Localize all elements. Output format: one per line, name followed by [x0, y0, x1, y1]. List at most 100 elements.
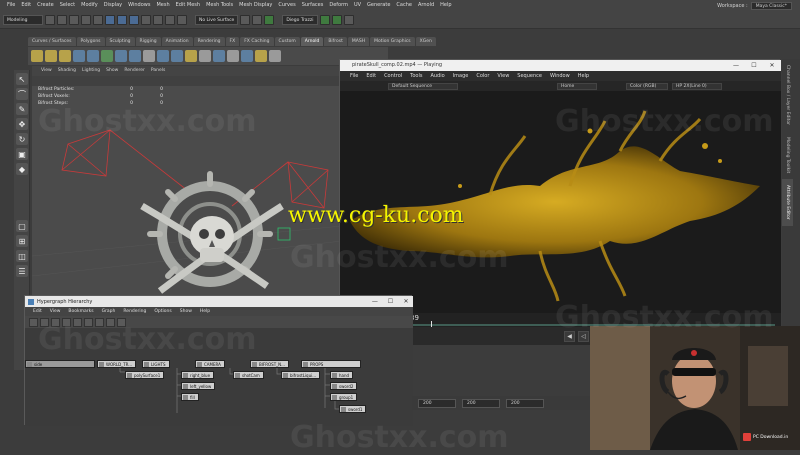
menu-display[interactable]: Display [101, 0, 125, 11]
undo-icon[interactable] [81, 14, 91, 25]
hg-node-lights[interactable]: LIGHTS [142, 360, 170, 368]
range-end-field[interactable]: 200 [462, 398, 500, 408]
rv-menu-edit[interactable]: Edit [362, 71, 380, 81]
open-scene-icon[interactable] [57, 14, 67, 25]
hg-menu-show[interactable]: Show [176, 307, 196, 316]
menu-cache[interactable]: Cache [393, 0, 415, 11]
shelf-tab-rigging[interactable]: Rigging [135, 37, 161, 46]
shelf-tab-xgen[interactable]: XGen [415, 37, 436, 46]
rv-menu-view[interactable]: View [493, 71, 513, 81]
light-editor-icon[interactable] [185, 50, 197, 62]
shelf-tab-motion-graphics[interactable]: Motion Graphics [370, 37, 415, 46]
shelf-tab-curves-surfaces[interactable]: Curves / Surfaces [28, 37, 76, 46]
close-icon[interactable]: ✕ [763, 60, 781, 71]
shelf-tab-fx[interactable]: FX [225, 37, 240, 46]
rotate-tool-icon[interactable]: ↻ [16, 133, 28, 145]
hg-menu-view[interactable]: View [46, 307, 65, 316]
render-icon[interactable] [240, 14, 251, 25]
rv-menu-image[interactable]: Image [449, 71, 473, 81]
lasso-tool-icon[interactable]: ⌒ [16, 88, 28, 100]
fog-icon[interactable] [241, 50, 253, 62]
shelf-tab-arnold[interactable]: Arnold [300, 37, 324, 46]
minimize-icon[interactable]: — [727, 60, 745, 71]
save-scene-icon[interactable] [69, 14, 79, 25]
rv-menu-audio[interactable]: Audio [426, 71, 448, 81]
physical-sky-icon[interactable] [101, 50, 113, 62]
hg-node-shotcam[interactable]: shotCam [233, 371, 264, 379]
rv-menu-help[interactable]: Help [574, 71, 593, 81]
shelf-tab-polygons[interactable]: Polygons [76, 37, 105, 46]
menu-windows[interactable]: Windows [125, 0, 153, 11]
menu-edit[interactable]: Edit [18, 0, 34, 11]
paint-select-icon[interactable]: ✎ [16, 103, 28, 115]
menu-select[interactable]: Select [57, 0, 78, 11]
snap-grid-icon[interactable] [141, 14, 151, 25]
color-space-select[interactable]: Color (RGB) [626, 82, 668, 90]
shelf-tab-bifrost[interactable]: Bifrost [324, 37, 347, 46]
hg-menu-graph[interactable]: Graph [98, 307, 120, 316]
display-icon[interactable] [269, 50, 281, 62]
rv-menu-sequence[interactable]: Sequence [513, 71, 546, 81]
sun-icon[interactable] [255, 50, 267, 62]
tab-channel-box[interactable]: Channel Box / Layer Editor [782, 59, 793, 131]
move-tool-icon[interactable]: ✥ [16, 118, 28, 130]
menu-uv[interactable]: UV [351, 0, 364, 11]
tab-attribute-editor[interactable]: Attribute Editor [782, 179, 793, 226]
menu-edit-mesh[interactable]: Edit Mesh [173, 0, 203, 11]
live-surface-field[interactable]: No Live Surface [195, 14, 239, 25]
redo-icon[interactable] [93, 14, 103, 25]
last-tool-icon[interactable]: ◆ [16, 163, 28, 175]
hg-node-world[interactable]: WORLD_TR... [97, 360, 137, 368]
shelf-tab-animation[interactable]: Animation [161, 37, 193, 46]
hg-menu-bookmarks[interactable]: Bookmarks [64, 307, 97, 316]
standin-icon[interactable] [115, 50, 127, 62]
hg-menu-rendering[interactable]: Rendering [119, 307, 150, 316]
menu-mesh-tools[interactable]: Mesh Tools [203, 0, 236, 11]
rv-menu-window[interactable]: Window [546, 71, 574, 81]
layout-two-icon[interactable]: ◫ [16, 250, 28, 262]
range-start-field[interactable]: 200 [418, 398, 456, 408]
camera-icon[interactable] [227, 50, 239, 62]
hg-node-props[interactable]: PROPS [301, 360, 361, 368]
layout-four-icon[interactable]: ⊞ [16, 235, 28, 247]
render-view-icon[interactable] [143, 50, 155, 62]
shelf-tab-sculpting[interactable]: Sculpting [105, 37, 135, 46]
new-scene-icon[interactable] [45, 14, 55, 25]
rv-menu-tools[interactable]: Tools [406, 71, 426, 81]
hg-close-icon[interactable]: ✕ [399, 296, 413, 307]
shader-icon[interactable] [213, 50, 225, 62]
menu-help[interactable]: Help [437, 0, 454, 11]
sequence-select[interactable]: Default Sequence [388, 82, 458, 90]
photometric-light-icon[interactable] [87, 50, 99, 62]
hg-node-left-yellow[interactable]: left_yellow [181, 382, 216, 390]
render-settings-icon[interactable] [264, 14, 275, 25]
menu-generate[interactable]: Generate [364, 0, 393, 11]
hg-node-group1[interactable]: group1 [330, 393, 358, 401]
menu-mesh-display[interactable]: Mesh Display [236, 0, 275, 11]
hg-node-right-blue[interactable]: right_blue [181, 371, 215, 379]
snap-curve-icon[interactable] [153, 14, 163, 25]
user-account[interactable]: Diego Trazzi [282, 14, 318, 25]
menu-modify[interactable]: Modify [78, 0, 101, 11]
skydome-icon[interactable] [59, 50, 71, 62]
menu-deform[interactable]: Deform [326, 0, 351, 11]
shelf-tab-fx-caching[interactable]: FX Caching [240, 37, 274, 46]
hg-node-side[interactable]: side [25, 360, 95, 368]
mode-select[interactable]: Modeling [3, 14, 43, 25]
layout-single-icon[interactable]: ▢ [16, 220, 28, 232]
menu-create[interactable]: Create [34, 0, 57, 11]
shelf-tab-custom[interactable]: Custom [274, 37, 300, 46]
toggle-channel-box-icon[interactable] [343, 14, 354, 25]
hg-minimize-icon[interactable]: — [368, 296, 382, 307]
flush-cache-icon[interactable] [157, 50, 169, 62]
range-total-field[interactable]: 200 [506, 398, 544, 408]
workspace-dropdown[interactable]: Maya Classic* [750, 1, 792, 10]
select-object-icon[interactable] [117, 14, 127, 25]
hg-node-fill[interactable]: fill [181, 393, 199, 401]
toggle-modeling-toolkit-icon[interactable] [319, 14, 330, 25]
ipr-icon[interactable] [252, 14, 263, 25]
maximize-icon[interactable]: ☐ [745, 60, 763, 71]
layout-outliner-icon[interactable]: ☰ [16, 265, 28, 277]
snap-surface-icon[interactable] [177, 14, 187, 25]
select-hierarchy-icon[interactable] [105, 14, 115, 25]
